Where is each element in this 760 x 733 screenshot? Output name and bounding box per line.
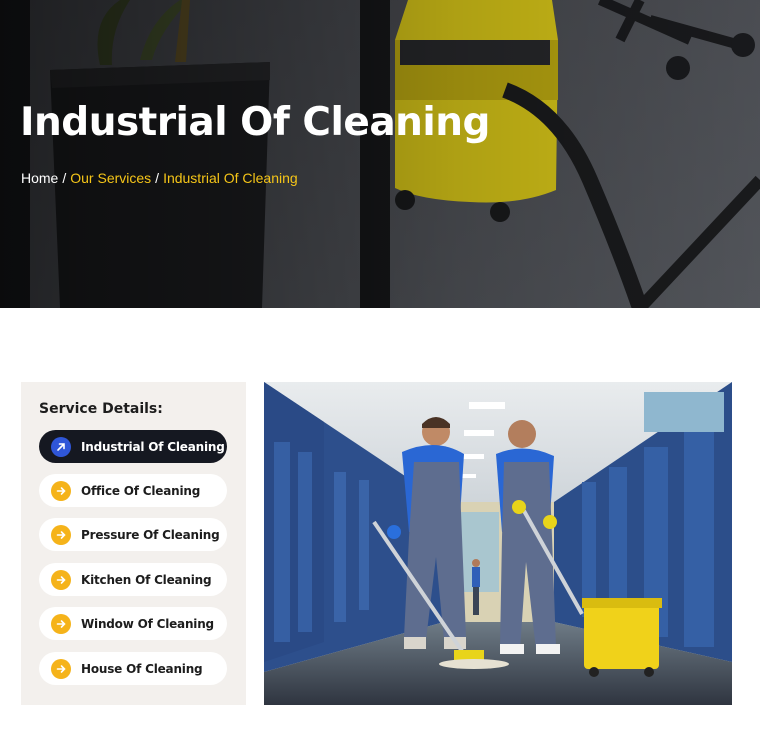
page-hero: Industrial Of Cleaning Home / Our Servic…: [0, 0, 760, 308]
service-item-label: Pressure Of Cleaning: [81, 527, 220, 542]
service-item-label: Kitchen Of Cleaning: [81, 572, 212, 587]
service-item-label: House Of Cleaning: [81, 661, 203, 676]
service-item-label: Industrial Of Cleaning: [81, 439, 225, 454]
service-item-label: Window Of Cleaning: [81, 616, 214, 631]
breadcrumb-separator: /: [155, 170, 160, 186]
arrow-right-icon: [51, 480, 71, 501]
breadcrumb-services-link[interactable]: Our Services: [70, 170, 151, 186]
service-photo: [264, 382, 732, 705]
arrow-right-icon: [51, 613, 71, 634]
breadcrumb-home-link[interactable]: Home: [21, 170, 58, 186]
service-item-office[interactable]: Office Of Cleaning: [39, 474, 227, 507]
service-item-house[interactable]: House Of Cleaning: [39, 652, 227, 685]
arrow-right-icon: [51, 524, 71, 545]
arrow-right-icon: [51, 569, 71, 590]
breadcrumb: Home / Our Services / Industrial Of Clea…: [21, 170, 298, 186]
sidebar-title: Service Details:: [39, 401, 163, 417]
service-item-pressure[interactable]: Pressure Of Cleaning: [39, 518, 227, 551]
arrow-up-right-icon: [51, 436, 71, 457]
hero-background-image: [0, 0, 760, 308]
service-details-sidebar: Service Details: Industrial Of Cleaning …: [21, 382, 246, 705]
breadcrumb-separator: /: [62, 170, 67, 186]
page-title: Industrial Of Cleaning: [20, 100, 490, 145]
service-item-kitchen[interactable]: Kitchen Of Cleaning: [39, 563, 227, 596]
cleaning-workers-image: [264, 382, 732, 705]
breadcrumb-current: Industrial Of Cleaning: [163, 170, 298, 186]
service-item-industrial[interactable]: Industrial Of Cleaning: [39, 430, 227, 463]
arrow-right-icon: [51, 658, 71, 679]
service-item-window[interactable]: Window Of Cleaning: [39, 607, 227, 640]
service-item-label: Office Of Cleaning: [81, 483, 201, 498]
